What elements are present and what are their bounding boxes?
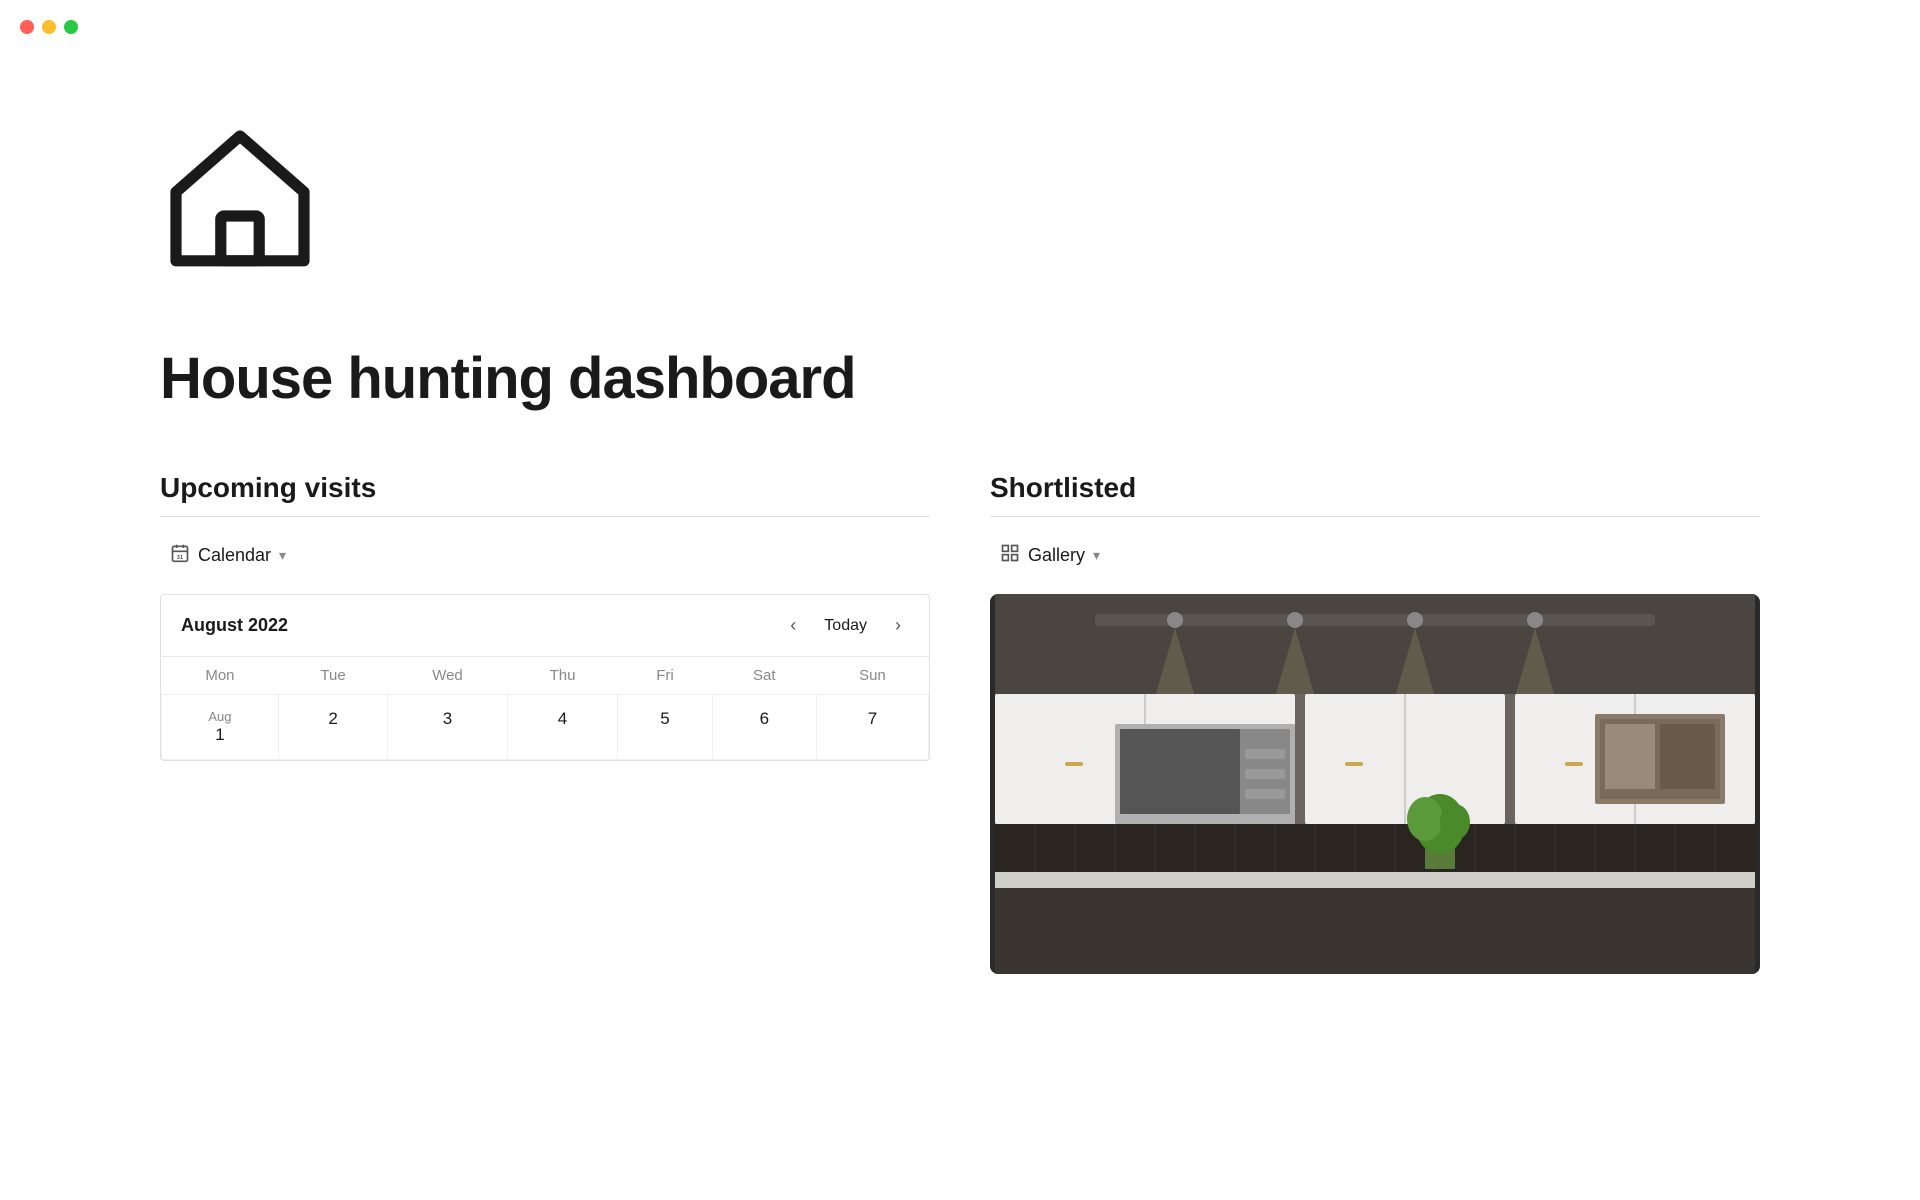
home-icon (160, 120, 1760, 285)
calendar-today-button[interactable]: Today (816, 613, 875, 639)
calendar-day-sat: Sat (712, 657, 816, 695)
gallery-view-label: Gallery (1028, 545, 1085, 566)
calendar-prev-button[interactable]: ‹ (782, 611, 804, 640)
calendar-nav: ‹ Today › (782, 611, 909, 640)
calendar-month-year: August 2022 (181, 615, 782, 636)
traffic-light-red[interactable] (20, 20, 34, 34)
calendar-header: August 2022 ‹ Today › (161, 595, 929, 656)
dashboard-columns: Upcoming visits 31 Calendar ▾ (160, 472, 1760, 974)
svg-text:31: 31 (177, 555, 184, 561)
chevron-down-icon: ▾ (279, 547, 286, 564)
calendar-icon: 31 (170, 543, 190, 568)
calendar-day-sun: Sun (816, 657, 928, 695)
calendar-cell-3[interactable]: 3 (388, 695, 508, 760)
upcoming-visits-title: Upcoming visits (160, 472, 930, 504)
page-title: House hunting dashboard (160, 345, 1760, 412)
shortlisted-title: Shortlisted (990, 472, 1760, 504)
gallery-chevron-icon: ▾ (1093, 547, 1100, 564)
home-icon-container (160, 120, 1760, 285)
calendar-view-label: Calendar (198, 545, 271, 566)
calendar-next-button[interactable]: › (887, 611, 909, 640)
calendar-widget: August 2022 ‹ Today › Mon Tue Wed Thu (160, 594, 930, 761)
calendar-day-mon: Mon (162, 657, 279, 695)
shortlisted-section: Shortlisted Gallery ▾ (990, 472, 1760, 974)
calendar-day-fri: Fri (618, 657, 713, 695)
calendar-cell-aug1[interactable]: Aug 1 (162, 695, 279, 760)
gallery-view-selector[interactable]: Gallery ▾ (990, 537, 1760, 574)
gallery-image-container (990, 594, 1760, 974)
kitchen-image (990, 594, 1760, 974)
shortlisted-divider (990, 516, 1760, 517)
traffic-light-yellow[interactable] (42, 20, 56, 34)
calendar-cell-2[interactable]: 2 (278, 695, 387, 760)
calendar-cell-6[interactable]: 6 (712, 695, 816, 760)
calendar-day-tue: Tue (278, 657, 387, 695)
calendar-days-header: Mon Tue Wed Thu Fri Sat Sun (162, 657, 929, 695)
calendar-cell-4[interactable]: 4 (507, 695, 617, 760)
calendar-cell-5[interactable]: 5 (618, 695, 713, 760)
gallery-icon (1000, 543, 1020, 568)
calendar-view-selector[interactable]: 31 Calendar ▾ (160, 537, 930, 574)
traffic-lights (20, 20, 78, 34)
calendar-day-wed: Wed (388, 657, 508, 695)
calendar-week-1: Aug 1 2 3 4 (162, 695, 929, 760)
calendar-cell-7[interactable]: 7 (816, 695, 928, 760)
calendar-grid: Mon Tue Wed Thu Fri Sat Sun Aug (161, 656, 929, 760)
calendar-day-thu: Thu (507, 657, 617, 695)
traffic-light-green[interactable] (64, 20, 78, 34)
main-content: House hunting dashboard Upcoming visits … (0, 0, 1920, 1034)
upcoming-visits-divider (160, 516, 930, 517)
upcoming-visits-section: Upcoming visits 31 Calendar ▾ (160, 472, 930, 974)
